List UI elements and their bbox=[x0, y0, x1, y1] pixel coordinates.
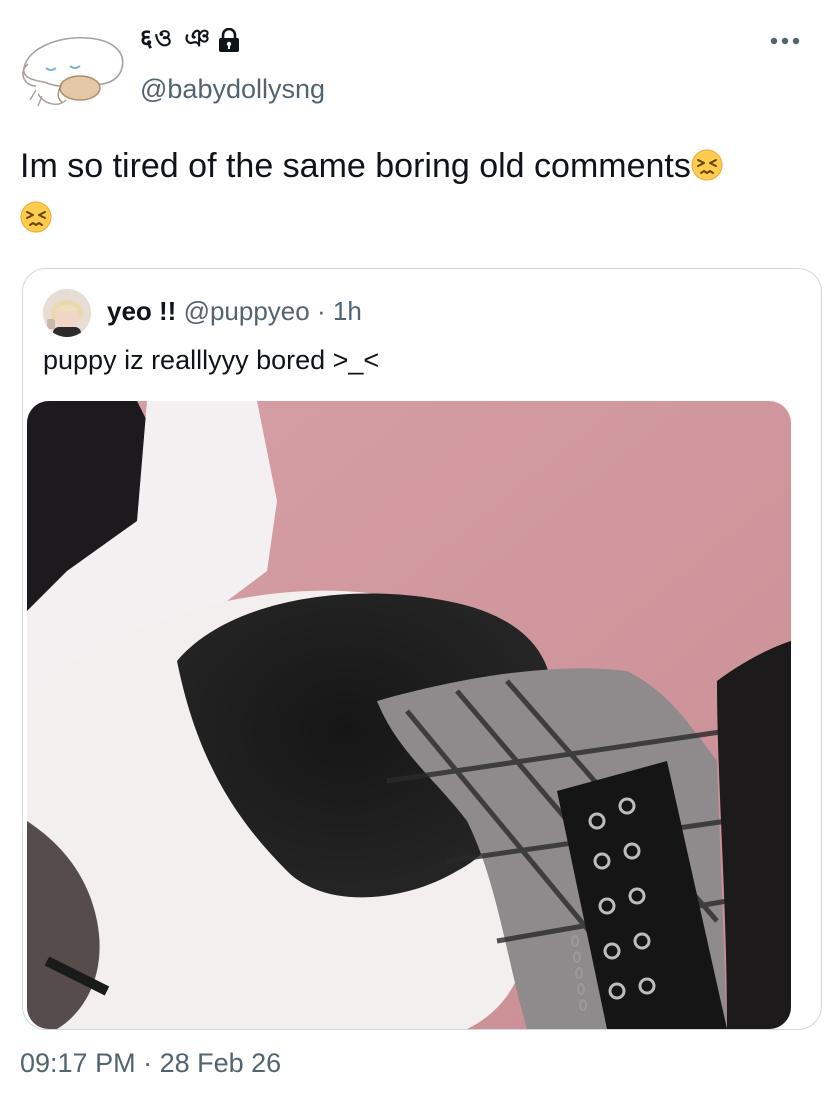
tweet-date[interactable]: 28 Feb 26 bbox=[160, 1048, 282, 1078]
persevering-face-emoji-icon bbox=[20, 196, 52, 233]
quoted-author-avatar[interactable] bbox=[43, 289, 91, 337]
tweet-timestamp[interactable]: 09:17 PM · 28 Feb 26 bbox=[20, 1048, 281, 1079]
tweet-text: Im so tired of the same boring old comme… bbox=[20, 140, 820, 244]
sleepy-dog-avatar-icon bbox=[22, 37, 124, 107]
author-avatar[interactable] bbox=[18, 28, 128, 110]
tweet-time[interactable]: 09:17 PM bbox=[20, 1048, 136, 1078]
quoted-time-ago[interactable]: 1h bbox=[333, 296, 362, 326]
quoted-tweet-card[interactable]: yeo !! @puppyeo · 1h puppy iz realllyyy … bbox=[22, 268, 822, 1030]
author-display-name[interactable]: ६ও ঞ bbox=[140, 20, 212, 60]
tweet-text-body: Im so tired of the same boring old comme… bbox=[20, 147, 691, 185]
person-avatar-icon bbox=[43, 289, 91, 337]
timestamp-separator: · bbox=[143, 1048, 153, 1078]
quoted-author-name[interactable]: yeo !! bbox=[107, 296, 176, 326]
quoted-author-handle[interactable]: @puppyeo bbox=[184, 296, 310, 326]
quoted-tweet-photo[interactable] bbox=[27, 401, 791, 1029]
photo-image bbox=[27, 401, 791, 1029]
quoted-tweet-header[interactable]: yeo !! @puppyeo · 1h bbox=[107, 293, 362, 329]
quoted-tweet-text: puppy iz realllyyy bored >_< bbox=[43, 345, 380, 375]
more-options-icon[interactable] bbox=[770, 34, 800, 46]
author-name-row[interactable]: ६ও ঞ bbox=[140, 24, 240, 56]
persevering-face-emoji-icon bbox=[691, 144, 723, 181]
quoted-separator: · bbox=[316, 296, 326, 326]
lock-icon bbox=[218, 27, 240, 52]
author-handle[interactable]: @babydollysng bbox=[140, 74, 325, 105]
